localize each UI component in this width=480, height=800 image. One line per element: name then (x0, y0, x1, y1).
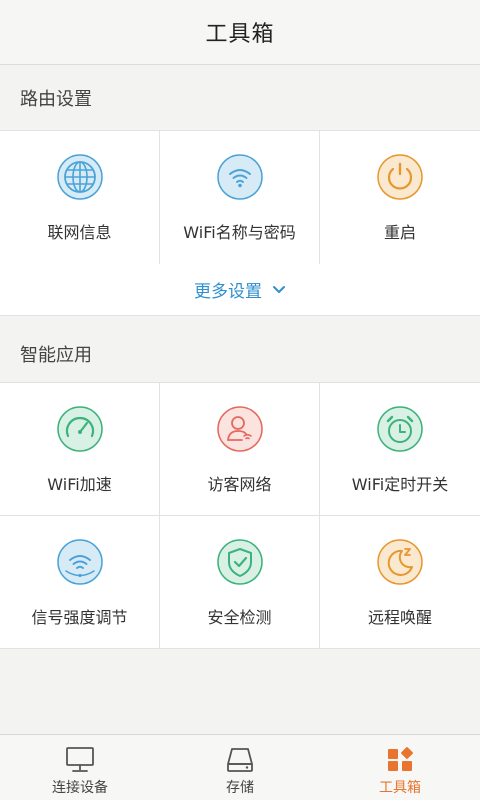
tab-storage[interactable]: 存储 (160, 735, 320, 800)
alarm-clock-icon (377, 406, 423, 452)
tool-label: 信号强度调节 (31, 608, 128, 627)
tool-signal-strength[interactable]: 信号强度调节 (0, 516, 160, 649)
tool-label: 安全检测 (207, 608, 272, 627)
tool-security-check[interactable]: 安全检测 (160, 516, 320, 649)
section-title-router: 路由设置 (0, 66, 480, 130)
power-icon (377, 154, 423, 200)
section-title-smart: 智能应用 (0, 322, 480, 386)
tool-wifi-boost[interactable]: WiFi加速 (0, 383, 160, 516)
signal-strength-icon (56, 539, 103, 585)
tool-label: 远程唤醒 (367, 608, 432, 627)
moon-sleep-icon (377, 539, 423, 585)
tool-remote-wake[interactable]: 远程唤醒 (320, 516, 480, 649)
tab-label: 存储 (226, 780, 254, 796)
bottom-tab-bar: 连接设备 存储 工具箱 (0, 734, 480, 800)
tab-label: 连接设备 (52, 780, 108, 796)
router-settings-grid: 联网信息 WiFi名称与密码 重启 (0, 130, 480, 264)
tool-reboot[interactable]: 重启 (320, 131, 480, 264)
shield-check-icon (216, 539, 263, 585)
page-title: 工具箱 (205, 22, 275, 47)
globe-icon (56, 154, 103, 200)
chevron-down-icon (273, 285, 285, 293)
tool-label: 联网信息 (47, 223, 112, 242)
tab-label: 工具箱 (379, 780, 421, 796)
tool-label: 重启 (383, 223, 416, 242)
speedometer-icon (56, 406, 103, 452)
tool-label: WiFi定时开关 (351, 475, 449, 494)
tab-connected-devices[interactable]: 连接设备 (0, 735, 160, 800)
tool-label: 访客网络 (207, 475, 272, 494)
tool-network-info[interactable]: 联网信息 (0, 131, 160, 264)
monitor-icon (66, 747, 94, 772)
more-settings-link[interactable]: 更多设置 (0, 264, 480, 316)
toolbox-grid-icon (388, 747, 413, 771)
guest-user-icon (216, 406, 263, 452)
more-settings-label: 更多设置 (194, 282, 262, 302)
smart-apps-grid: WiFi加速 访客网络 WiFi定时开关 信号强度调节 安全检测 远程唤醒 (0, 382, 480, 649)
storage-drive-icon (227, 748, 253, 772)
tool-label: WiFi加速 (47, 475, 112, 494)
app-header: 工具箱 (0, 0, 480, 65)
tool-wifi-schedule[interactable]: WiFi定时开关 (320, 383, 480, 516)
tool-wifi-name-password[interactable]: WiFi名称与密码 (160, 131, 320, 264)
tab-toolbox[interactable]: 工具箱 (320, 735, 480, 800)
wifi-icon (216, 154, 263, 200)
tool-guest-network[interactable]: 访客网络 (160, 383, 320, 516)
tool-label: WiFi名称与密码 (183, 223, 296, 242)
